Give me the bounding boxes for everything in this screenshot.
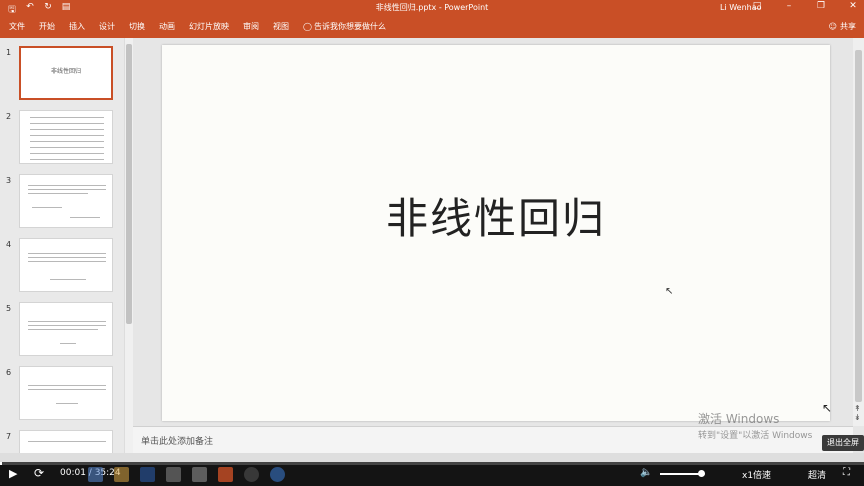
tab-slideshow[interactable]: 幻灯片放映 (189, 21, 229, 32)
thumbnail-number: 1 (6, 48, 12, 57)
ribbon-tabs: 文件 开始 插入 设计 切换 动画 幻灯片放映 审阅 视图 ◯ 告诉我你想要做什… (9, 21, 386, 32)
windows-activation-watermark: 激活 Windows 转到"设置"以激活 Windows (698, 410, 812, 441)
powerpoint-icon[interactable] (218, 467, 233, 482)
thumbnail-number: 2 (6, 112, 12, 121)
tab-view[interactable]: 视图 (273, 21, 289, 32)
share-label: 共享 (840, 22, 856, 31)
slide-scrollbar[interactable]: ↟ ↡ (853, 38, 864, 426)
thumbnail-number: 3 (6, 176, 12, 185)
thumbnail-slide-7[interactable] (19, 430, 113, 453)
thumbnail-row[interactable]: 1 非线性回归 (0, 46, 124, 102)
mouse-pointer-icon: ↖ (665, 286, 674, 297)
thumbnail-scroll-thumb[interactable] (126, 44, 132, 324)
lightbulb-icon: ◯ (303, 22, 312, 31)
video-player-bar: ▶ ⟳ 00:01 / 35:24 🔈 x1倍速 超清 ⛶ (0, 462, 864, 486)
tell-me-text: 告诉我你想要做什么 (313, 22, 386, 31)
slide-scroll-thumb[interactable] (855, 50, 862, 402)
app-icon[interactable] (192, 467, 207, 482)
tab-insert[interactable]: 插入 (69, 21, 85, 32)
thumbnail-row[interactable]: 7 (0, 430, 124, 453)
thumbnail-row[interactable]: 3 (0, 174, 124, 230)
current-slide[interactable]: 非线性回归 ↖ (162, 45, 830, 421)
slide-thumbnail-panel: 1 非线性回归 2 3 4 5 6 7 (0, 38, 124, 453)
taskbar-icons (88, 467, 285, 482)
volume-fill (660, 473, 701, 475)
workspace: 1 非线性回归 2 3 4 5 6 7 非线性回归 ↖ ↟ ↡ 单击此处添加备注 (0, 38, 864, 453)
thumbnail-number: 7 (6, 432, 12, 441)
progress-bar[interactable] (0, 462, 864, 465)
thumbnail-row[interactable]: 6 (0, 366, 124, 422)
thumbnail-scrollbar[interactable] (124, 38, 133, 453)
thumbnail-slide-6[interactable] (19, 366, 113, 420)
mouse-pointer-icon: ↖ (822, 401, 833, 415)
slide-title[interactable]: 非线性回归 (162, 185, 830, 246)
tab-transitions[interactable]: 切换 (129, 21, 145, 32)
close-icon[interactable]: ✕ (848, 1, 858, 11)
app-icon[interactable] (166, 467, 181, 482)
volume-icon[interactable]: 🔈 (640, 467, 652, 478)
watermark-line-1: 激活 Windows (698, 412, 780, 426)
thumbnail-slide-1[interactable]: 非线性回归 (19, 46, 113, 100)
thumbnail-number: 4 (6, 240, 12, 249)
replay-icon[interactable]: ⟳ (34, 466, 44, 480)
person-icon: ☺ (828, 22, 837, 31)
window-controls: □ – ❐ ✕ (752, 1, 858, 11)
thumbnail-row[interactable]: 5 (0, 302, 124, 358)
tab-file[interactable]: 文件 (9, 21, 25, 32)
status-bar (0, 453, 864, 462)
thumbnail-row[interactable]: 4 (0, 238, 124, 294)
minimize-icon[interactable]: – (784, 1, 794, 11)
scroll-arrows-icon[interactable]: ↟ ↡ (854, 404, 861, 422)
tab-home[interactable]: 开始 (39, 21, 55, 32)
volume-knob[interactable] (697, 470, 705, 477)
progress-fill (0, 462, 2, 465)
volume-slider[interactable] (660, 470, 705, 477)
folder-icon[interactable] (114, 467, 129, 482)
tab-review[interactable]: 审阅 (243, 21, 259, 32)
exit-fullscreen-button[interactable]: 退出全屏 (822, 435, 864, 451)
tab-animations[interactable]: 动画 (159, 21, 175, 32)
watermark-line-2: 转到"设置"以激活 Windows (698, 431, 813, 441)
thumbnail-slide-2[interactable] (19, 110, 113, 164)
notes-placeholder: 单击此处添加备注 (141, 437, 214, 447)
playback-speed-button[interactable]: x1倍速 (742, 468, 771, 481)
thumbnail-number: 5 (6, 304, 12, 313)
quality-button[interactable]: 超清 (808, 468, 826, 481)
slide-editing-area: 非线性回归 ↖ (133, 38, 853, 426)
thumbnail-title: 非线性回归 (50, 68, 81, 75)
word-icon[interactable] (140, 467, 155, 482)
title-bar: 🖫 ↶ ↻ ▤ 非线性回归.pptx - PowerPoint Li Wenha… (0, 0, 864, 17)
ribbon: 文件 开始 插入 设计 切换 动画 幻灯片放映 审阅 视图 ◯ 告诉我你想要做什… (0, 17, 864, 38)
share-button[interactable]: ☺ 共享 (829, 21, 856, 32)
ribbon-display-icon[interactable]: □ (752, 1, 762, 11)
thumbnail-slide-4[interactable] (19, 238, 113, 292)
thumbnail-slide-3[interactable] (19, 174, 113, 228)
fullscreen-icon[interactable]: ⛶ (843, 467, 850, 478)
thumbnail-slide-5[interactable] (19, 302, 113, 356)
maximize-icon[interactable]: ❐ (816, 1, 826, 11)
tab-design[interactable]: 设计 (99, 21, 115, 32)
thumbnail-number: 6 (6, 368, 12, 377)
app-icon[interactable] (270, 467, 285, 482)
browser-icon[interactable] (88, 467, 103, 482)
play-icon[interactable]: ▶ (9, 467, 17, 480)
tell-me-box[interactable]: ◯ 告诉我你想要做什么 (303, 21, 386, 32)
app-icon[interactable] (244, 467, 259, 482)
thumbnail-row[interactable]: 2 (0, 110, 124, 166)
